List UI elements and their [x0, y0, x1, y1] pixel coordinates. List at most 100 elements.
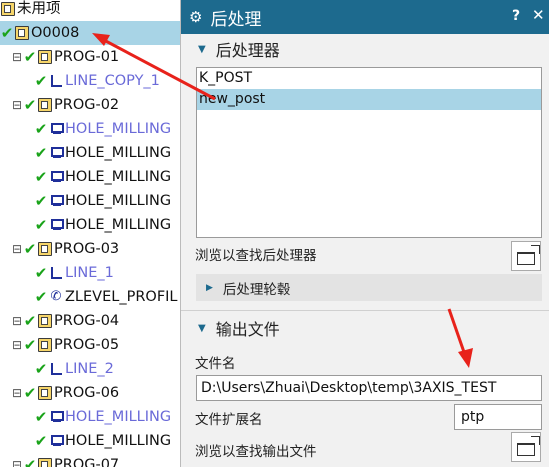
filename-label: 文件名 [195, 356, 236, 372]
tree-operation-row[interactable]: ✔ HOLE_MILLING [0, 165, 180, 189]
collapse-toggle-icon[interactable]: ⊟ [12, 386, 22, 400]
tree-row-label: HOLE_MILLING [65, 217, 172, 233]
tree-row-label: 未用项 [17, 1, 61, 17]
postprocessor-list[interactable]: K_POST new_post [196, 67, 542, 238]
postprocessor-item[interactable]: K_POST [197, 68, 541, 89]
tree-operation-row[interactable]: ✔ ✆ ZLEVEL_PROFIL [0, 285, 180, 309]
zlevel-profile-icon: ✆ [50, 289, 62, 304]
status-check-icon: ✔ [23, 96, 37, 114]
postprocessor-item-selected[interactable]: new_post [197, 89, 541, 110]
hole-milling-icon [49, 410, 64, 424]
hole-milling-icon [49, 122, 64, 136]
status-check-icon: ✔ [34, 216, 48, 234]
tree-group-row[interactable]: ✔ O0008 [0, 21, 180, 45]
postprocessor-section-title: 后处理器 [215, 41, 280, 60]
tree-group-row[interactable]: ⊟ ✔ PROG-03 [0, 237, 180, 261]
tree-group-row[interactable]: 未用项 [0, 0, 180, 21]
tree-operation-row[interactable]: ✔ HOLE_MILLING [0, 405, 180, 429]
tree-row-label: HOLE_MILLING [65, 193, 172, 209]
tree-operation-row[interactable]: ✔ HOLE_MILLING [0, 117, 180, 141]
section-divider [181, 310, 549, 311]
planar-operation-icon [49, 74, 63, 88]
open-folder-icon [517, 244, 540, 265]
expand-triangle-icon: ▶ [206, 282, 213, 293]
tree-operation-row[interactable]: ✔ HOLE_MILLING [0, 189, 180, 213]
status-check-icon: ✔ [34, 288, 48, 306]
tree-row-label: LINE_COPY_1 [65, 73, 160, 89]
status-check-icon: ✔ [34, 432, 48, 450]
operation-navigator-tree: 未用项 ✔ O0008 ⊟ ✔ PROG-01 ✔ LINE_COPY_1 ⊟ ✔ PROG-02 ✔… [0, 0, 180, 467]
output-section-header[interactable]: ▼ 输出文件 [181, 314, 549, 342]
collapse-toggle-icon[interactable]: ⊟ [12, 242, 22, 256]
tree-row-label: PROG-02 [54, 97, 120, 113]
filename-input[interactable]: D:\Users\Zhuai\Desktop\temp\3AXIS_TEST [196, 375, 542, 401]
program-folder-icon [38, 386, 52, 400]
tree-row-label: HOLE_MILLING [65, 145, 172, 161]
collapse-toggle-icon[interactable]: ⊟ [12, 458, 22, 467]
planar-operation-icon [49, 362, 63, 376]
extension-input[interactable]: ptp [454, 404, 542, 430]
tree-row-label: HOLE_MILLING [65, 121, 172, 137]
hole-milling-icon [49, 218, 64, 232]
hole-milling-icon [49, 434, 64, 448]
tree-row-label: PROG-03 [54, 241, 120, 257]
tree-group-row[interactable]: ⊟ ✔ PROG-04 [0, 309, 180, 333]
tree-operation-row[interactable]: ✔ HOLE_MILLING [0, 141, 180, 165]
post-outline-subsection[interactable]: ▶ 后处理轮毂 [196, 274, 542, 301]
gear-icon: ⚙ [189, 8, 203, 26]
status-check-icon: ✔ [34, 192, 48, 210]
program-folder-icon [15, 26, 29, 40]
status-check-icon: ✔ [34, 360, 48, 378]
collapse-toggle-icon[interactable]: ⊟ [12, 98, 22, 112]
tree-group-row[interactable]: ⊟ ✔ PROG-05 [0, 333, 180, 357]
tree-row-label: HOLE_MILLING [65, 433, 172, 449]
program-folder-icon [38, 458, 52, 467]
status-check-icon: ✔ [23, 312, 37, 330]
tree-group-row[interactable]: ⊟ ✔ PROG-02 [0, 93, 180, 117]
program-folder-icon [38, 50, 52, 64]
status-check-icon: ✔ [23, 240, 37, 258]
browse-output-button[interactable] [511, 432, 541, 462]
collapse-triangle-icon: ▼ [198, 43, 206, 55]
browse-postprocessor-button[interactable] [511, 241, 541, 271]
status-check-icon: ✔ [34, 120, 48, 138]
status-check-icon: ✔ [23, 384, 37, 402]
status-check-icon: ✔ [23, 456, 37, 467]
tree-group-row[interactable]: ⊟ ✔ PROG-07 [0, 453, 180, 467]
tree-operation-row[interactable]: ✔ LINE_1 [0, 261, 180, 285]
postprocessor-section-header[interactable]: ▼ 后处理器 [181, 35, 549, 63]
browse-output-label: 浏览以查找输出文件 [195, 444, 317, 460]
tree-operation-row[interactable]: ✔ LINE_2 [0, 357, 180, 381]
tree-row-label: PROG-06 [54, 385, 120, 401]
tree-operation-row[interactable]: ✔ HOLE_MILLING [0, 429, 180, 453]
collapse-toggle-icon[interactable]: ⊟ [12, 338, 22, 352]
open-folder-icon [517, 435, 540, 456]
hole-milling-icon [49, 170, 64, 184]
program-folder-icon [1, 2, 15, 16]
status-check-icon: ✔ [34, 72, 48, 90]
program-folder-icon [38, 338, 52, 352]
status-check-icon: ✔ [34, 408, 48, 426]
status-check-icon: ✔ [0, 24, 14, 42]
collapse-toggle-icon[interactable]: ⊟ [12, 314, 22, 328]
dialog-title: 后处理 [210, 9, 262, 30]
tree-row-label: PROG-04 [54, 313, 120, 329]
tree-operation-row[interactable]: ✔ HOLE_MILLING [0, 213, 180, 237]
extension-label: 文件扩展名 [195, 412, 263, 428]
tree-group-row[interactable]: ⊟ ✔ PROG-06 [0, 381, 180, 405]
tree-operation-row[interactable]: ✔ LINE_COPY_1 [0, 69, 180, 93]
program-folder-icon [38, 98, 52, 112]
status-check-icon: ✔ [23, 48, 37, 66]
collapse-triangle-icon: ▼ [198, 322, 206, 334]
status-check-icon: ✔ [23, 336, 37, 354]
tree-group-row[interactable]: ⊟ ✔ PROG-01 [0, 45, 180, 69]
tree-row-label: PROG-07 [54, 457, 120, 467]
tree-row-label: LINE_2 [65, 361, 114, 377]
post-process-dialog: ⚙ 后处理 ? ✕ ▼ 后处理器 K_POST new_post 浏览以查找后处… [180, 0, 549, 467]
help-button[interactable]: ? [512, 8, 520, 24]
dialog-titlebar[interactable]: ⚙ 后处理 ? ✕ [181, 0, 549, 34]
collapse-toggle-icon[interactable]: ⊟ [12, 50, 22, 64]
tree-row-label: PROG-01 [54, 49, 120, 65]
close-button[interactable]: ✕ [532, 6, 545, 24]
hole-milling-icon [49, 146, 64, 160]
